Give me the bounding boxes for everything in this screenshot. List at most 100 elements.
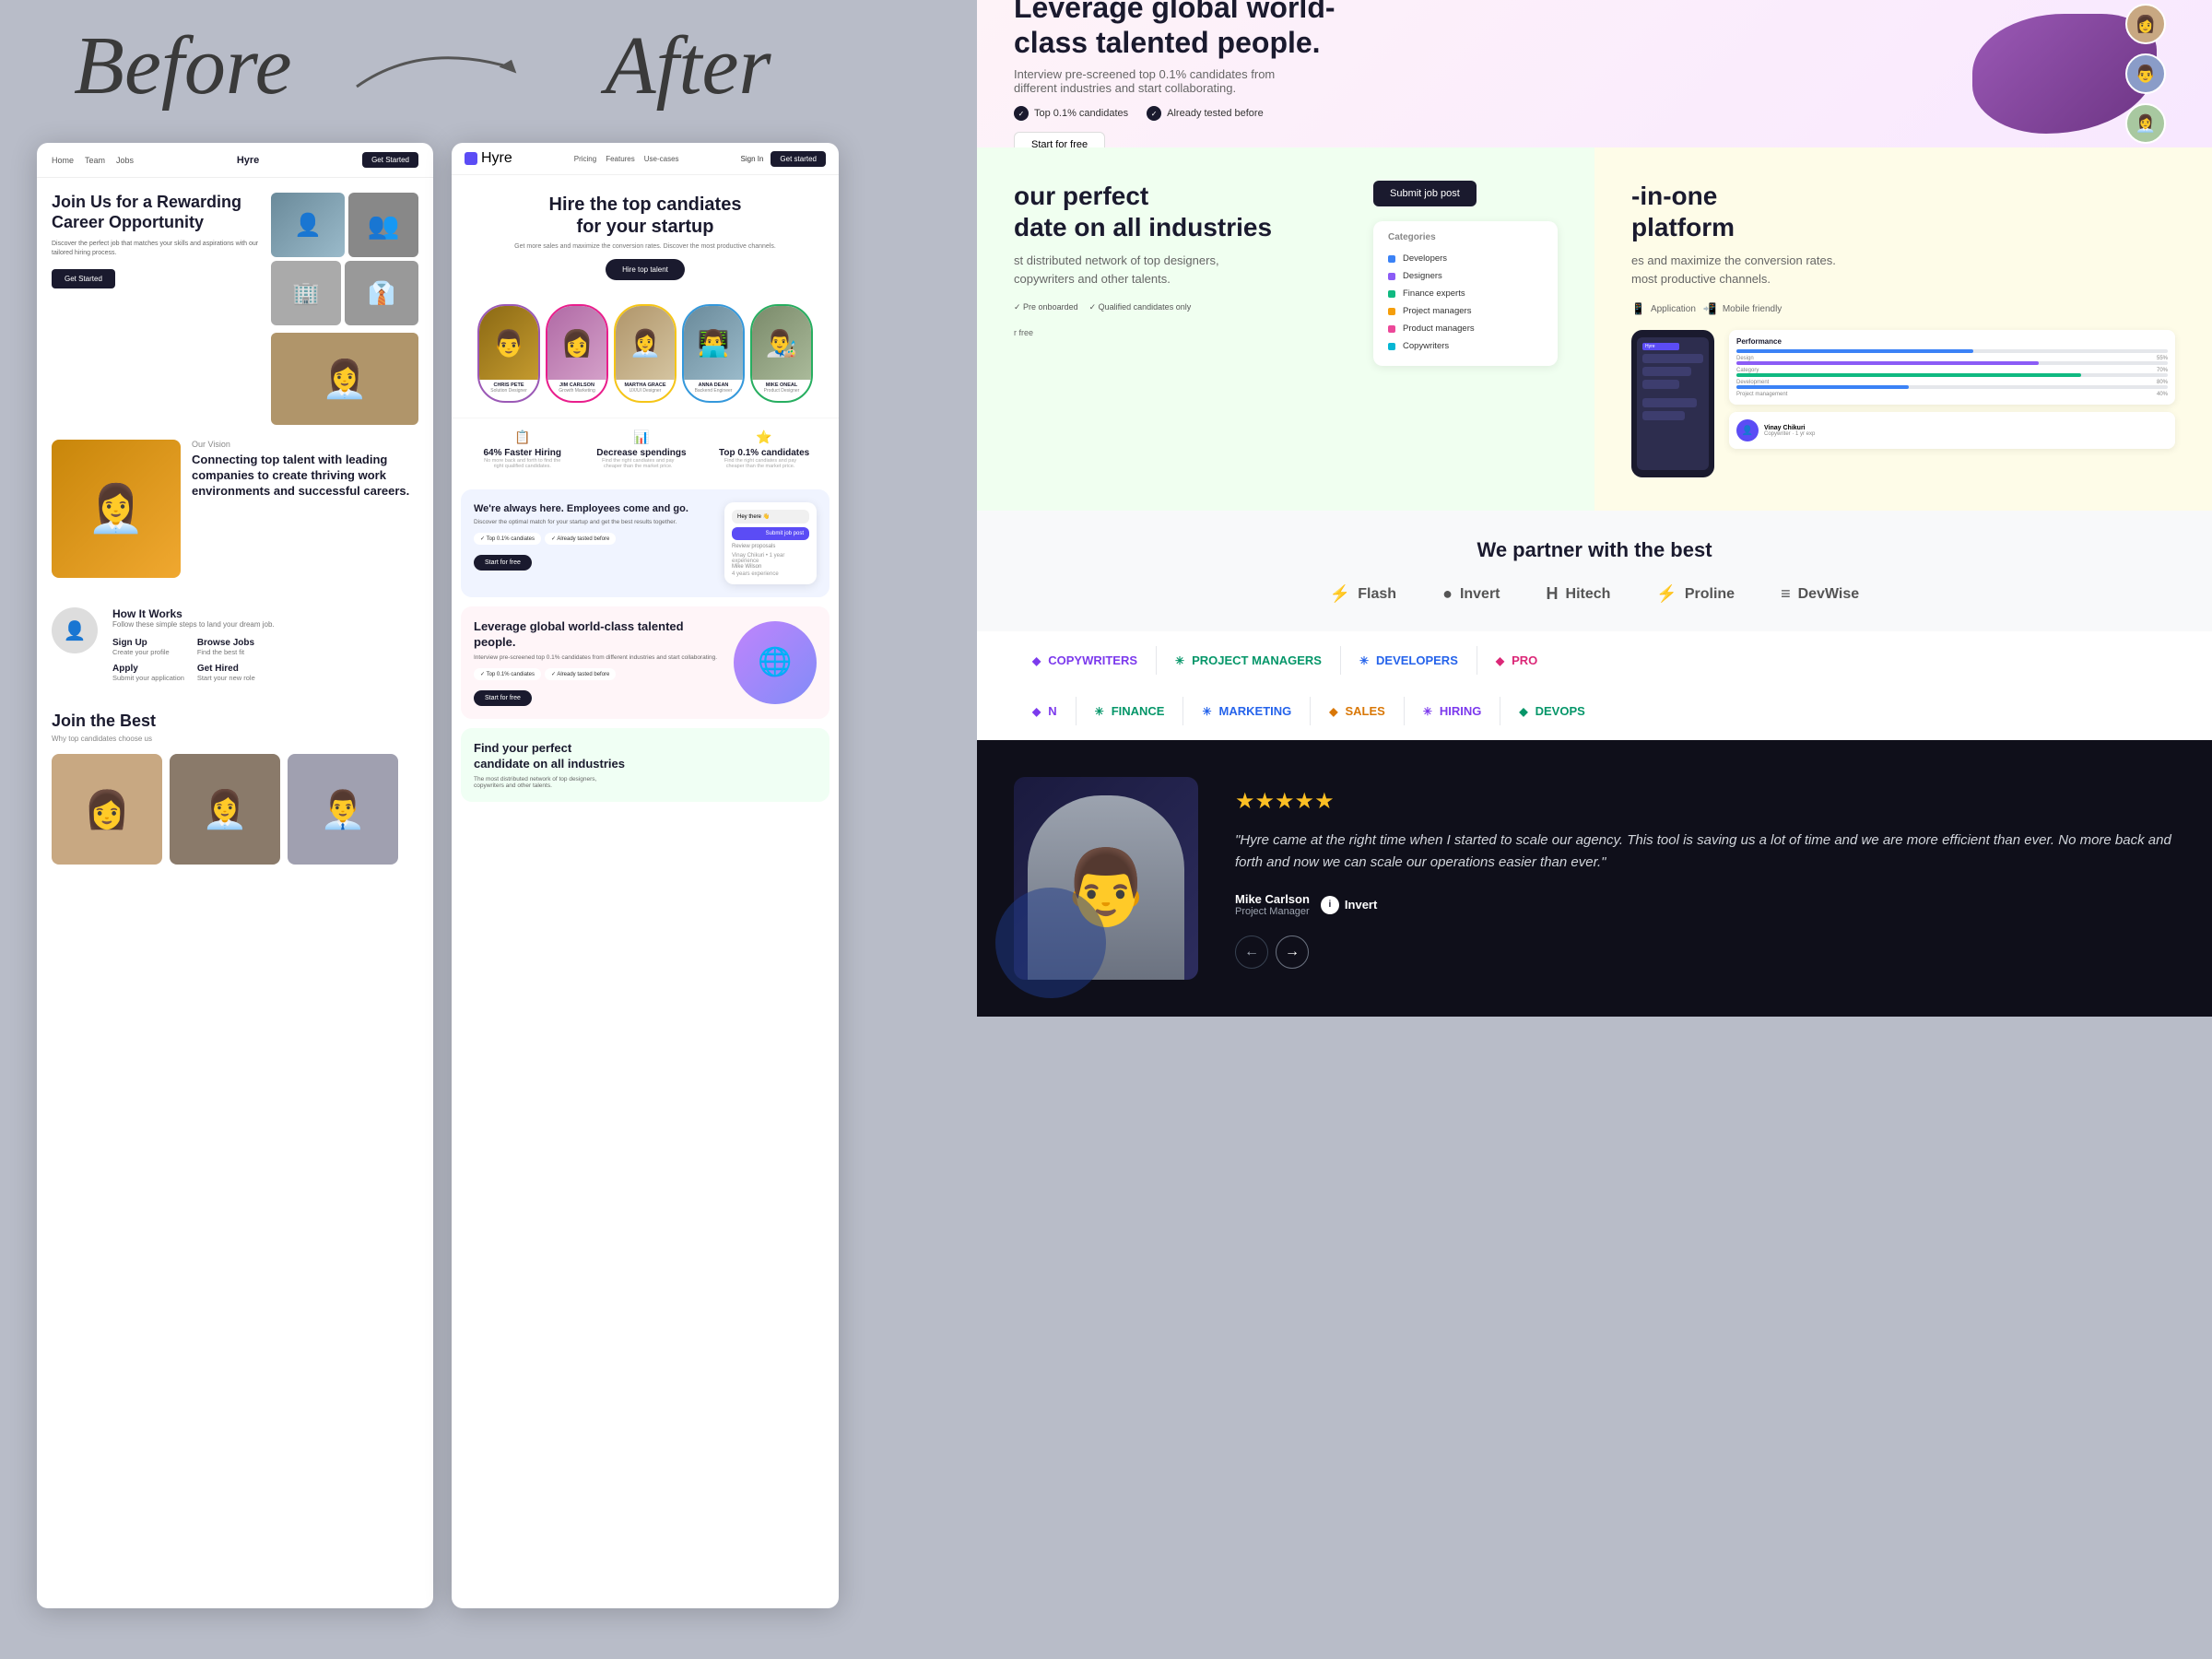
invert-icon: ● [1442, 584, 1453, 604]
mobile-icon: 📲 [1703, 302, 1717, 315]
tag-project-managers: ✳ PROJECT MANAGERS [1157, 646, 1341, 675]
card-perfect-features: ✓ Pre onboarded ✓ Qualified candidates o… [1014, 302, 1355, 312]
leverage-sub: Interview pre-screened top 0.1% candidat… [474, 654, 724, 661]
stat-faster-hiring: 📋 64% Faster Hiring No more back and for… [481, 429, 564, 469]
candidate-role-5: Product Designer [752, 388, 811, 394]
tag-label-n: N [1048, 704, 1056, 718]
tag-n: ◆ N [1014, 697, 1077, 725]
category-developers: Developers [1388, 250, 1543, 267]
tag-marketing: ✳ MARKETING [1183, 697, 1311, 725]
always-badge-2: ✓ Already tasted before [545, 533, 616, 545]
hero-badge-label-2: Already tested before [1167, 108, 1264, 119]
feature-mobile-label: Mobile friendly [1723, 304, 1782, 314]
after-nav-pricing[interactable]: Pricing [574, 155, 596, 163]
stat-value-1: 64% Faster Hiring [481, 448, 564, 458]
partners-section: We partner with the best ⚡ Flash ● Inver… [977, 511, 2212, 631]
partner-invert: ● Invert [1442, 584, 1500, 604]
after-panel: Hyre Pricing Features Use-cases Sign In … [452, 143, 839, 1608]
before-nav-home[interactable]: Home [52, 156, 74, 165]
prev-arrow[interactable]: ← [1235, 935, 1268, 969]
before-img-5: 👩‍💼 [271, 333, 418, 425]
pds-spacer [1642, 393, 1703, 394]
testimonial-section: 👨 ★★★★★ "Hyre came at the right time whe… [977, 740, 2212, 1017]
after-nav-usecases[interactable]: Use-cases [644, 155, 679, 163]
after-hero-cta[interactable]: Hire top talent [606, 259, 685, 280]
hero-avatar-1: 👩 [2125, 4, 2166, 44]
before-nav-cta[interactable]: Get Started [362, 152, 418, 168]
before-vision-label: Our Vision [192, 440, 418, 449]
tag-label-dev: DEVELOPERS [1376, 653, 1458, 667]
leverage-cta[interactable]: Start for free [474, 690, 532, 706]
psc-label-pm: Project management40% [1736, 392, 2168, 397]
always-badge-1: ✓ Top 0.1% candiates [474, 533, 541, 545]
tag-label-hiring: HIRING [1440, 704, 1482, 718]
after-nav-features[interactable]: Features [606, 155, 635, 163]
hero-badge-2: ✓ Already tested before [1147, 106, 1264, 121]
psc-bar-category [1736, 361, 2168, 365]
blue-blob-decoration [995, 888, 1106, 998]
before-img-row-2: 🏢 👔 [271, 261, 418, 325]
candidate-photo-5: 👨‍🎨 [752, 306, 811, 380]
next-arrow[interactable]: → [1276, 935, 1309, 969]
before-img-2: 👥 [348, 193, 418, 257]
testimonial-author-name: Mike Carlson [1235, 892, 1310, 906]
category-copywriters: Copywriters [1388, 337, 1543, 355]
psc-fill-design [1736, 349, 1973, 353]
before-hero-cta[interactable]: Get Started [52, 269, 115, 288]
tag-hiring: ✳ HIRING [1405, 697, 1501, 725]
feature-application: 📱 Application [1631, 302, 1696, 315]
feature-mobile: 📲 Mobile friendly [1703, 302, 1782, 315]
nav-arrows: ← → [1235, 935, 2175, 969]
platform-feature-badges: 📱 Application 📲 Mobile friendly [1631, 302, 2175, 315]
hero-banner-badges: ✓ Top 0.1% candidates ✓ Already tested b… [1014, 106, 1871, 121]
tag-icon-devops: ◆ [1519, 705, 1527, 718]
platform-screen-2-content: 👤 Vinay Chikuri Copywriter · 1 yr exp [1736, 419, 2168, 441]
after-brand-name: Hyre [481, 150, 512, 167]
before-nav-links: Home Team Jobs [52, 156, 134, 165]
before-hero-sub: Discover the perfect job that matches yo… [52, 240, 262, 258]
before-vision-title: Connecting top talent with leading compa… [192, 453, 418, 500]
tag-label-pm: PROJECT MANAGERS [1192, 653, 1322, 667]
before-how-title: How It Works [112, 607, 275, 620]
stat-value-3: Top 0.1% candidates [719, 448, 809, 458]
pds-row-4 [1642, 398, 1697, 407]
before-nav-jobs[interactable]: Jobs [116, 156, 134, 165]
before-join-photos: 👩 👩‍💼 👨‍💼 [52, 754, 418, 865]
candidate-role-2: Growth Marketing [547, 388, 606, 394]
device-screen-logo: Hyre [1642, 343, 1679, 350]
stat-desc-3: Find the right candiates and pay cheaper… [719, 458, 802, 469]
partners-title: We partner with the best [1014, 538, 2175, 562]
before-img-row-1: 👤 👥 [271, 193, 418, 257]
after-nav: Hyre Pricing Features Use-cases Sign In … [452, 143, 839, 175]
submit-job-btn[interactable]: Submit job post [1373, 181, 1477, 206]
stat-icon-1: 📋 [481, 429, 564, 445]
step-apply-sub: Submit your application [112, 674, 190, 682]
candidate-role-3: UX/UI Designer [616, 388, 675, 394]
tag-icon-n: ◆ [1032, 705, 1041, 718]
always-here-cta[interactable]: Start for free [474, 555, 532, 571]
before-panel: Home Team Jobs Hyre Get Started Join Us … [37, 143, 433, 1608]
tag-label-marketing: MARKETING [1219, 704, 1292, 718]
before-vision-content: Our Vision Connecting top talent with le… [192, 440, 418, 578]
partner-devwise-name: DevWise [1798, 586, 1860, 603]
tag-icon-marketing: ✳ [1202, 705, 1211, 718]
before-nav-team[interactable]: Team [85, 156, 105, 165]
after-signin[interactable]: Sign In [741, 155, 764, 163]
category-project-mgrs: Project managers [1388, 302, 1543, 320]
testimonial-author-role: Project Manager [1235, 906, 1310, 917]
after-nav-cta[interactable]: Get started [771, 151, 826, 167]
step-hired-sub: Start your new role [197, 674, 275, 682]
hero-banner-sub: Interview pre-screened top 0.1% candidat… [1014, 67, 1871, 95]
always-here-title: We're always here. Employees come and go… [474, 502, 715, 515]
tags-row-2: ◆ N ✳ FINANCE ✳ MARKETING ◆ SALES ✳ HIRI… [977, 689, 2212, 740]
pds-row-3 [1642, 380, 1679, 389]
invert-logo-icon: i [1321, 896, 1339, 914]
partner-invert-name: Invert [1460, 586, 1500, 603]
partners-logos: ⚡ Flash ● Invert H Hitech ⚡ Proline ≡ De… [1014, 584, 2175, 604]
step-signup-sub: Create your profile [112, 648, 190, 656]
tag-label-devops: DEVOPS [1535, 704, 1585, 718]
dot-designers [1388, 273, 1395, 280]
platform-device-screen: Hyre [1637, 337, 1709, 470]
psc-fill-pm [1736, 385, 1909, 389]
after-hero-title: Hire the top candiatesfor your startup [465, 194, 826, 238]
